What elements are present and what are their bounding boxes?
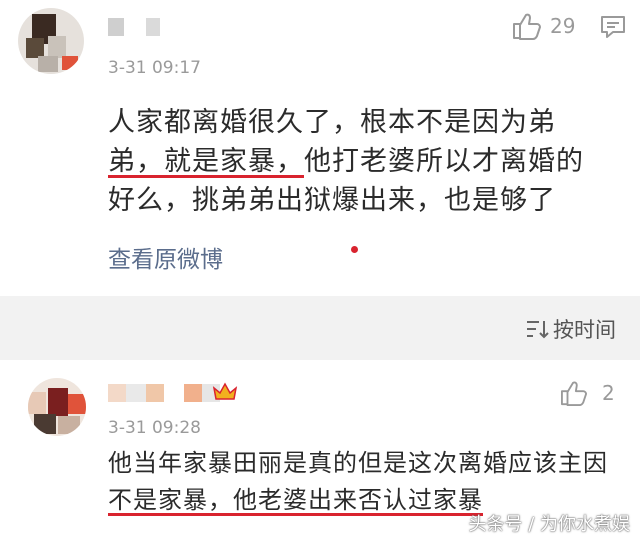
sort-bar: 按时间 xyxy=(0,296,640,360)
text-span: 人家都离婚很久了，根本不是因为弟 xyxy=(108,107,556,138)
underlined-text: 不是家暴，他老婆出来否认过家暴 xyxy=(108,486,483,514)
thumbs-up-icon xyxy=(513,13,541,40)
thumbs-up-icon xyxy=(561,381,587,406)
avatar[interactable] xyxy=(28,378,86,436)
text-span: 他打老婆所以才离婚的 xyxy=(304,146,584,177)
comment-1: 3-31 09:17 29 人家都离婚很久了，根本不是因为弟 弟，就是家暴，他打… xyxy=(0,0,640,296)
text-span: 他当年家暴田丽是真的但是这次离婚应该主因 xyxy=(108,449,608,477)
like-button[interactable]: 29 xyxy=(512,12,575,40)
sort-label: 按时间 xyxy=(553,318,616,342)
comment-text: 人家都离婚很久了，根本不是因为弟 弟，就是家暴，他打老婆所以才离婚的 好么，挑弟… xyxy=(108,103,618,220)
comment-line: 弟，就是家暴，他打老婆所以才离婚的 xyxy=(108,142,618,181)
comment-line: 人家都离婚很久了，根本不是因为弟 xyxy=(108,103,618,142)
watermark: 头条号 / 为你水煮娱 xyxy=(468,514,630,535)
username-blurred[interactable] xyxy=(108,384,220,402)
avatar[interactable] xyxy=(18,8,84,74)
sort-by-time-button[interactable]: 按时间 xyxy=(525,314,616,344)
underlined-text: 弟，就是家暴， xyxy=(108,146,304,177)
crown-icon xyxy=(212,382,238,400)
comment-line: 他当年家暴田丽是真的但是这次离婚应该主因 xyxy=(108,445,628,482)
red-dot xyxy=(351,246,358,253)
like-count: 2 xyxy=(602,381,615,405)
like-count: 29 xyxy=(550,14,576,38)
username-blurred[interactable] xyxy=(108,18,160,36)
comment-time: 3-31 09:28 xyxy=(108,418,201,438)
comment-time: 3-31 09:17 xyxy=(108,58,201,78)
comment-line: 好么，挑弟弟出狱爆出来，也是够了 xyxy=(108,181,618,220)
view-original-link[interactable]: 查看原微博 xyxy=(108,240,223,274)
like-button[interactable]: 2 xyxy=(560,380,615,406)
sort-icon xyxy=(527,321,549,339)
comment-2: 3-31 09:28 2 他当年家暴田丽是真的但是这次离婚应该主因 不是家暴，他… xyxy=(0,360,640,538)
reply-icon[interactable] xyxy=(600,14,626,40)
comment-text: 他当年家暴田丽是真的但是这次离婚应该主因 不是家暴，他老婆出来否认过家暴 xyxy=(108,445,628,519)
text-span: 好么，挑弟弟出狱爆出来，也是够了 xyxy=(108,185,556,216)
